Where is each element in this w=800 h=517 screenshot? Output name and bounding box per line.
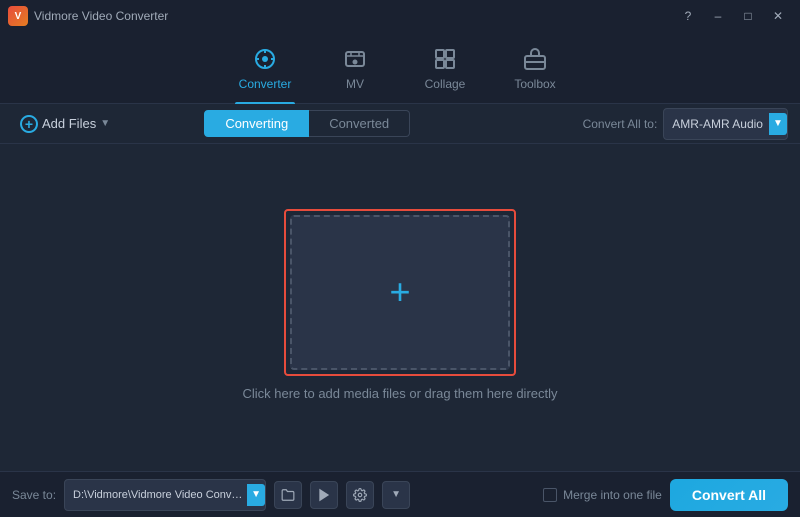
folder-button[interactable] (274, 481, 302, 509)
drop-hint-text: Click here to add media files or drag th… (242, 386, 557, 401)
settings-button[interactable] (346, 481, 374, 509)
save-to-label: Save to: (12, 488, 56, 502)
merge-label: Merge into one file (563, 488, 662, 502)
toolbar: + Add Files ▼ Converting Converted Conve… (0, 104, 800, 144)
play-button[interactable] (310, 481, 338, 509)
maximize-button[interactable]: □ (734, 5, 762, 27)
nav-label-mv: MV (346, 77, 364, 91)
format-dropdown-arrow: ▼ (769, 113, 787, 135)
chevron-down-icon: ▼ (391, 489, 401, 500)
toolbox-icon (521, 45, 549, 73)
tab-converting[interactable]: Converting (204, 110, 309, 137)
nav-label-converter: Converter (239, 77, 292, 91)
app-icon: V (8, 6, 28, 26)
tab-group: Converting Converted (204, 110, 410, 137)
dropdown-settings-button[interactable]: ▼ (382, 481, 410, 509)
drop-zone-wrapper: + (290, 215, 510, 370)
save-path-selector[interactable]: D:\Vidmore\Vidmore Video Converter\Conve… (64, 479, 266, 511)
collage-icon (431, 45, 459, 73)
converter-icon (251, 45, 279, 73)
tab-converted[interactable]: Converted (309, 110, 410, 137)
title-bar-controls: ? – □ ✕ (674, 5, 792, 27)
add-files-label: Add Files (42, 116, 96, 131)
save-path-text: D:\Vidmore\Vidmore Video Converter\Conve… (73, 489, 243, 501)
convert-all-to-label: Convert All to: (583, 117, 658, 131)
convert-all-button[interactable]: Convert All (670, 479, 788, 511)
add-files-arrow: ▼ (100, 118, 110, 129)
title-bar-left: V Vidmore Video Converter (8, 6, 168, 26)
merge-checkbox[interactable] (543, 488, 557, 502)
help-button[interactable]: ? (674, 5, 702, 27)
selected-format: AMR-AMR Audio (672, 117, 763, 131)
add-files-button[interactable]: + Add Files ▼ (12, 111, 118, 137)
nav-bar: Converter MV Collage (0, 32, 800, 104)
drop-zone-border (284, 209, 516, 376)
merge-option: Merge into one file (543, 488, 662, 502)
nav-item-collage[interactable]: Collage (400, 32, 490, 104)
nav-item-mv[interactable]: MV (310, 32, 400, 104)
path-dropdown-arrow: ▼ (247, 484, 265, 506)
nav-item-toolbox[interactable]: Toolbox (490, 32, 580, 104)
add-icon: + (20, 115, 38, 133)
format-selector[interactable]: AMR-AMR Audio ▼ (663, 108, 788, 140)
close-button[interactable]: ✕ (764, 5, 792, 27)
footer: Save to: D:\Vidmore\Vidmore Video Conver… (0, 471, 800, 517)
convert-all-to: Convert All to: AMR-AMR Audio ▼ (583, 108, 788, 140)
main-content: + Click here to add media files or drag … (0, 144, 800, 471)
nav-label-toolbox: Toolbox (514, 77, 555, 91)
nav-item-converter[interactable]: Converter (220, 32, 310, 104)
minimize-button[interactable]: – (704, 5, 732, 27)
nav-label-collage: Collage (425, 77, 466, 91)
title-bar: V Vidmore Video Converter ? – □ ✕ (0, 0, 800, 32)
app-title: Vidmore Video Converter (34, 9, 168, 23)
mv-icon (341, 45, 369, 73)
